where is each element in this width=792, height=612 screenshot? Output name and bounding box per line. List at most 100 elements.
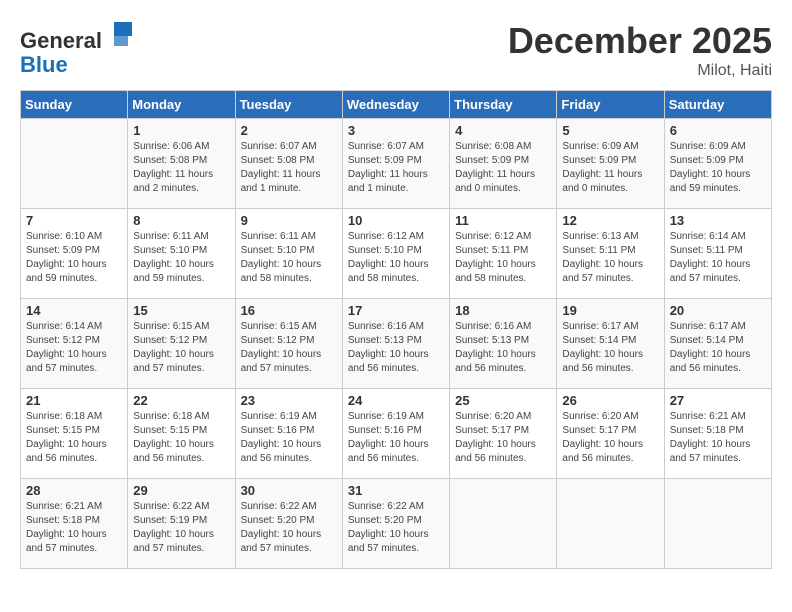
calendar-cell: 30 Sunrise: 6:22 AMSunset: 5:20 PMDayligh…: [235, 479, 342, 569]
calendar-cell: 27 Sunrise: 6:21 AMSunset: 5:18 PMDayligh…: [664, 389, 771, 479]
day-info: Sunrise: 6:11 AMSunset: 5:10 PMDaylight:…: [133, 230, 229, 286]
calendar-cell: 13Sunrise: 6:14 AMSunset: 5:11 PMDayligh…: [664, 209, 771, 299]
day-info: Sunrise: 6:21 AMSunset: 5:18 PMDaylight:…: [26, 500, 122, 556]
day-info: Sunrise: 6:18 AMSunset: 5:15 PMDaylight:…: [133, 410, 229, 466]
day-info: Sunrise: 6:12 AMSunset: 5:11 PMDaylight:…: [455, 230, 551, 286]
calendar-cell: 31 Sunrise: 6:22 AMSunset: 5:20 PMDayligh…: [342, 479, 449, 569]
day-info: Sunrise: 6:16 AMSunset: 5:13 PMDaylight:…: [348, 320, 444, 376]
day-info: Sunrise: 6:09 AMSunset: 5:09 PMDaylight:…: [562, 140, 658, 196]
day-number: 3: [348, 123, 444, 138]
day-info: Sunrise: 6:22 AMSunset: 5:20 PMDaylight:…: [241, 500, 337, 556]
day-number: 25: [455, 393, 551, 408]
calendar-week-row: 21 Sunrise: 6:18 AMSunset: 5:15 PMDayligh…: [21, 389, 772, 479]
day-info: Sunrise: 6:22 AMSunset: 5:19 PMDaylight:…: [133, 500, 229, 556]
day-number: 18: [455, 303, 551, 318]
day-number: 12: [562, 213, 658, 228]
calendar-cell: 10Sunrise: 6:12 AMSunset: 5:10 PMDayligh…: [342, 209, 449, 299]
logo: General Blue: [20, 20, 134, 77]
calendar-cell: 20 Sunrise: 6:17 AMSunset: 5:14 PMDayligh…: [664, 299, 771, 389]
day-info: Sunrise: 6:14 AMSunset: 5:11 PMDaylight:…: [670, 230, 766, 286]
day-info: Sunrise: 6:09 AMSunset: 5:09 PMDaylight:…: [670, 140, 766, 196]
day-info: Sunrise: 6:18 AMSunset: 5:15 PMDaylight:…: [26, 410, 122, 466]
calendar-week-row: 14Sunrise: 6:14 AMSunset: 5:12 PMDayligh…: [21, 299, 772, 389]
day-info: Sunrise: 6:06 AMSunset: 5:08 PMDaylight:…: [133, 140, 229, 196]
day-info: Sunrise: 6:21 AMSunset: 5:18 PMDaylight:…: [670, 410, 766, 466]
day-number: 7: [26, 213, 122, 228]
page-header: General Blue December 2025 Milot, Haiti: [20, 20, 772, 80]
day-info: Sunrise: 6:17 AMSunset: 5:14 PMDaylight:…: [670, 320, 766, 376]
logo-icon: [104, 20, 134, 48]
calendar-cell: 18 Sunrise: 6:16 AMSunset: 5:13 PMDayligh…: [450, 299, 557, 389]
day-number: 31: [348, 483, 444, 498]
logo-general-text: General: [20, 28, 102, 53]
day-info: Sunrise: 6:19 AMSunset: 5:16 PMDaylight:…: [348, 410, 444, 466]
day-number: 6: [670, 123, 766, 138]
day-info: Sunrise: 6:16 AMSunset: 5:13 PMDaylight:…: [455, 320, 551, 376]
day-number: 8: [133, 213, 229, 228]
day-number: 17: [348, 303, 444, 318]
day-number: 21: [26, 393, 122, 408]
day-number: 14: [26, 303, 122, 318]
day-number: 27: [670, 393, 766, 408]
day-info: Sunrise: 6:13 AMSunset: 5:11 PMDaylight:…: [562, 230, 658, 286]
logo-blue-text: Blue: [20, 52, 68, 77]
weekday-header-saturday: Saturday: [664, 91, 771, 119]
day-number: 4: [455, 123, 551, 138]
calendar-cell: 6 Sunrise: 6:09 AMSunset: 5:09 PMDaylight…: [664, 119, 771, 209]
calendar-cell: 24 Sunrise: 6:19 AMSunset: 5:16 PMDayligh…: [342, 389, 449, 479]
calendar-cell: 25Sunrise: 6:20 AMSunset: 5:17 PMDayligh…: [450, 389, 557, 479]
calendar-week-row: 28 Sunrise: 6:21 AMSunset: 5:18 PMDayligh…: [21, 479, 772, 569]
title-area: December 2025 Milot, Haiti: [508, 20, 772, 80]
location-label: Milot, Haiti: [508, 62, 772, 80]
calendar-cell: 7 Sunrise: 6:10 AMSunset: 5:09 PMDaylight…: [21, 209, 128, 299]
day-info: Sunrise: 6:07 AMSunset: 5:08 PMDaylight:…: [241, 140, 337, 196]
calendar-week-row: 1 Sunrise: 6:06 AMSunset: 5:08 PMDaylight…: [21, 119, 772, 209]
weekday-header-tuesday: Tuesday: [235, 91, 342, 119]
weekday-header-sunday: Sunday: [21, 91, 128, 119]
day-info: Sunrise: 6:15 AMSunset: 5:12 PMDaylight:…: [241, 320, 337, 376]
day-number: 29: [133, 483, 229, 498]
day-number: 1: [133, 123, 229, 138]
day-number: 11: [455, 213, 551, 228]
day-number: 9: [241, 213, 337, 228]
calendar-cell: 11 Sunrise: 6:12 AMSunset: 5:11 PMDayligh…: [450, 209, 557, 299]
day-info: Sunrise: 6:08 AMSunset: 5:09 PMDaylight:…: [455, 140, 551, 196]
calendar-cell: 28 Sunrise: 6:21 AMSunset: 5:18 PMDayligh…: [21, 479, 128, 569]
calendar-cell: 1 Sunrise: 6:06 AMSunset: 5:08 PMDaylight…: [128, 119, 235, 209]
calendar-cell: 15Sunrise: 6:15 AMSunset: 5:12 PMDayligh…: [128, 299, 235, 389]
calendar-cell: 17 Sunrise: 6:16 AMSunset: 5:13 PMDayligh…: [342, 299, 449, 389]
day-number: 2: [241, 123, 337, 138]
day-info: Sunrise: 6:10 AMSunset: 5:09 PMDaylight:…: [26, 230, 122, 286]
calendar-cell: 14Sunrise: 6:14 AMSunset: 5:12 PMDayligh…: [21, 299, 128, 389]
calendar-cell: 29 Sunrise: 6:22 AMSunset: 5:19 PMDayligh…: [128, 479, 235, 569]
calendar-cell: [450, 479, 557, 569]
day-info: Sunrise: 6:17 AMSunset: 5:14 PMDaylight:…: [562, 320, 658, 376]
calendar-header-row: SundayMondayTuesdayWednesdayThursdayFrid…: [21, 91, 772, 119]
day-info: Sunrise: 6:20 AMSunset: 5:17 PMDaylight:…: [562, 410, 658, 466]
day-info: Sunrise: 6:07 AMSunset: 5:09 PMDaylight:…: [348, 140, 444, 196]
day-number: 16: [241, 303, 337, 318]
day-number: 5: [562, 123, 658, 138]
day-info: Sunrise: 6:22 AMSunset: 5:20 PMDaylight:…: [348, 500, 444, 556]
calendar-cell: [21, 119, 128, 209]
day-number: 20: [670, 303, 766, 318]
weekday-header-friday: Friday: [557, 91, 664, 119]
calendar-cell: [557, 479, 664, 569]
calendar-cell: 16 Sunrise: 6:15 AMSunset: 5:12 PMDayligh…: [235, 299, 342, 389]
day-info: Sunrise: 6:12 AMSunset: 5:10 PMDaylight:…: [348, 230, 444, 286]
day-number: 28: [26, 483, 122, 498]
calendar-cell: 9Sunrise: 6:11 AMSunset: 5:10 PMDaylight…: [235, 209, 342, 299]
day-number: 30: [241, 483, 337, 498]
day-number: 24: [348, 393, 444, 408]
calendar-cell: 2 Sunrise: 6:07 AMSunset: 5:08 PMDaylight…: [235, 119, 342, 209]
day-number: 22: [133, 393, 229, 408]
month-title: December 2025: [508, 20, 772, 62]
calendar-cell: 5 Sunrise: 6:09 AMSunset: 5:09 PMDaylight…: [557, 119, 664, 209]
day-number: 19: [562, 303, 658, 318]
calendar-cell: 21 Sunrise: 6:18 AMSunset: 5:15 PMDayligh…: [21, 389, 128, 479]
calendar-cell: 3 Sunrise: 6:07 AMSunset: 5:09 PMDaylight…: [342, 119, 449, 209]
weekday-header-thursday: Thursday: [450, 91, 557, 119]
weekday-header-wednesday: Wednesday: [342, 91, 449, 119]
calendar-cell: 26Sunrise: 6:20 AMSunset: 5:17 PMDayligh…: [557, 389, 664, 479]
calendar-cell: [664, 479, 771, 569]
